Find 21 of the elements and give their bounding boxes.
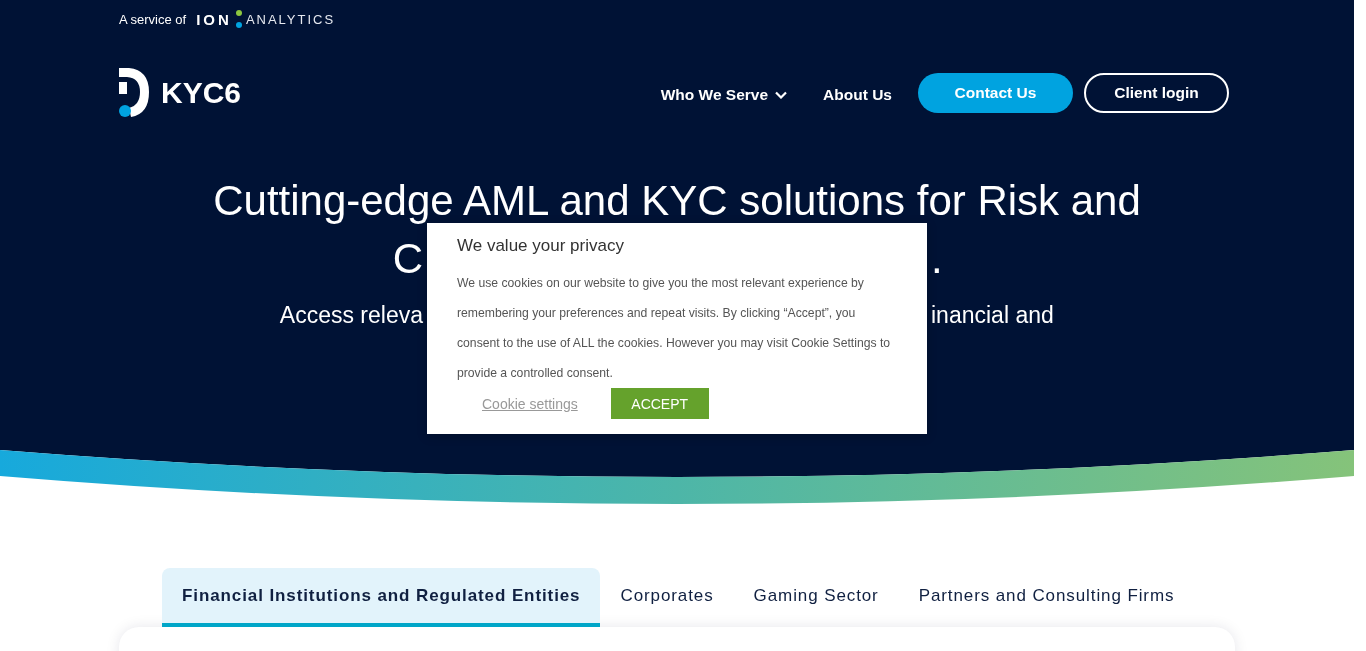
hero-heading-fragment: .	[931, 236, 943, 282]
dialog-text: We use cookies on our website to give you the most relevant experience by remembering your preferences and repeat visits. By clicking “Accept”, you consent to the use of ALL the cookies. However you may visit Cookie Settings to provide a controlled consent.	[457, 275, 892, 382]
dialog-title: We value your privacy	[457, 235, 625, 257]
logo-text[interactable]: KYC6	[161, 76, 242, 110]
hero-subtitle-fragment: Access releva	[279, 301, 423, 330]
partner-logo-mark: ION	[196, 10, 232, 28]
category-tab[interactable]: Financial Institutions and Regulated Entities	[162, 568, 601, 627]
category-tab[interactable]: Partners and Consulting Firms	[898, 568, 1195, 627]
dots-icon	[234, 10, 243, 28]
nav-link[interactable]: About Us	[823, 82, 892, 104]
hero-heading-fragment: C	[392, 236, 423, 282]
logo-icon[interactable]	[119, 68, 151, 118]
chevron-down-icon[interactable]	[775, 90, 788, 99]
category-tab[interactable]: Corporates	[600, 568, 734, 627]
hero-heading: Cutting-edge AML and KYC solutions for Risk and	[213, 178, 1141, 224]
category-tab[interactable]: Gaming Sector	[733, 568, 899, 627]
hero-subtitle-fragment: inancial and	[931, 301, 1054, 330]
nav-link[interactable]: Who We Serve	[660, 82, 769, 104]
service-label: A service of	[119, 11, 187, 27]
login-button[interactable]: Client login	[1084, 73, 1229, 113]
partner-logo-word: ANALYTICS	[245, 11, 336, 27]
